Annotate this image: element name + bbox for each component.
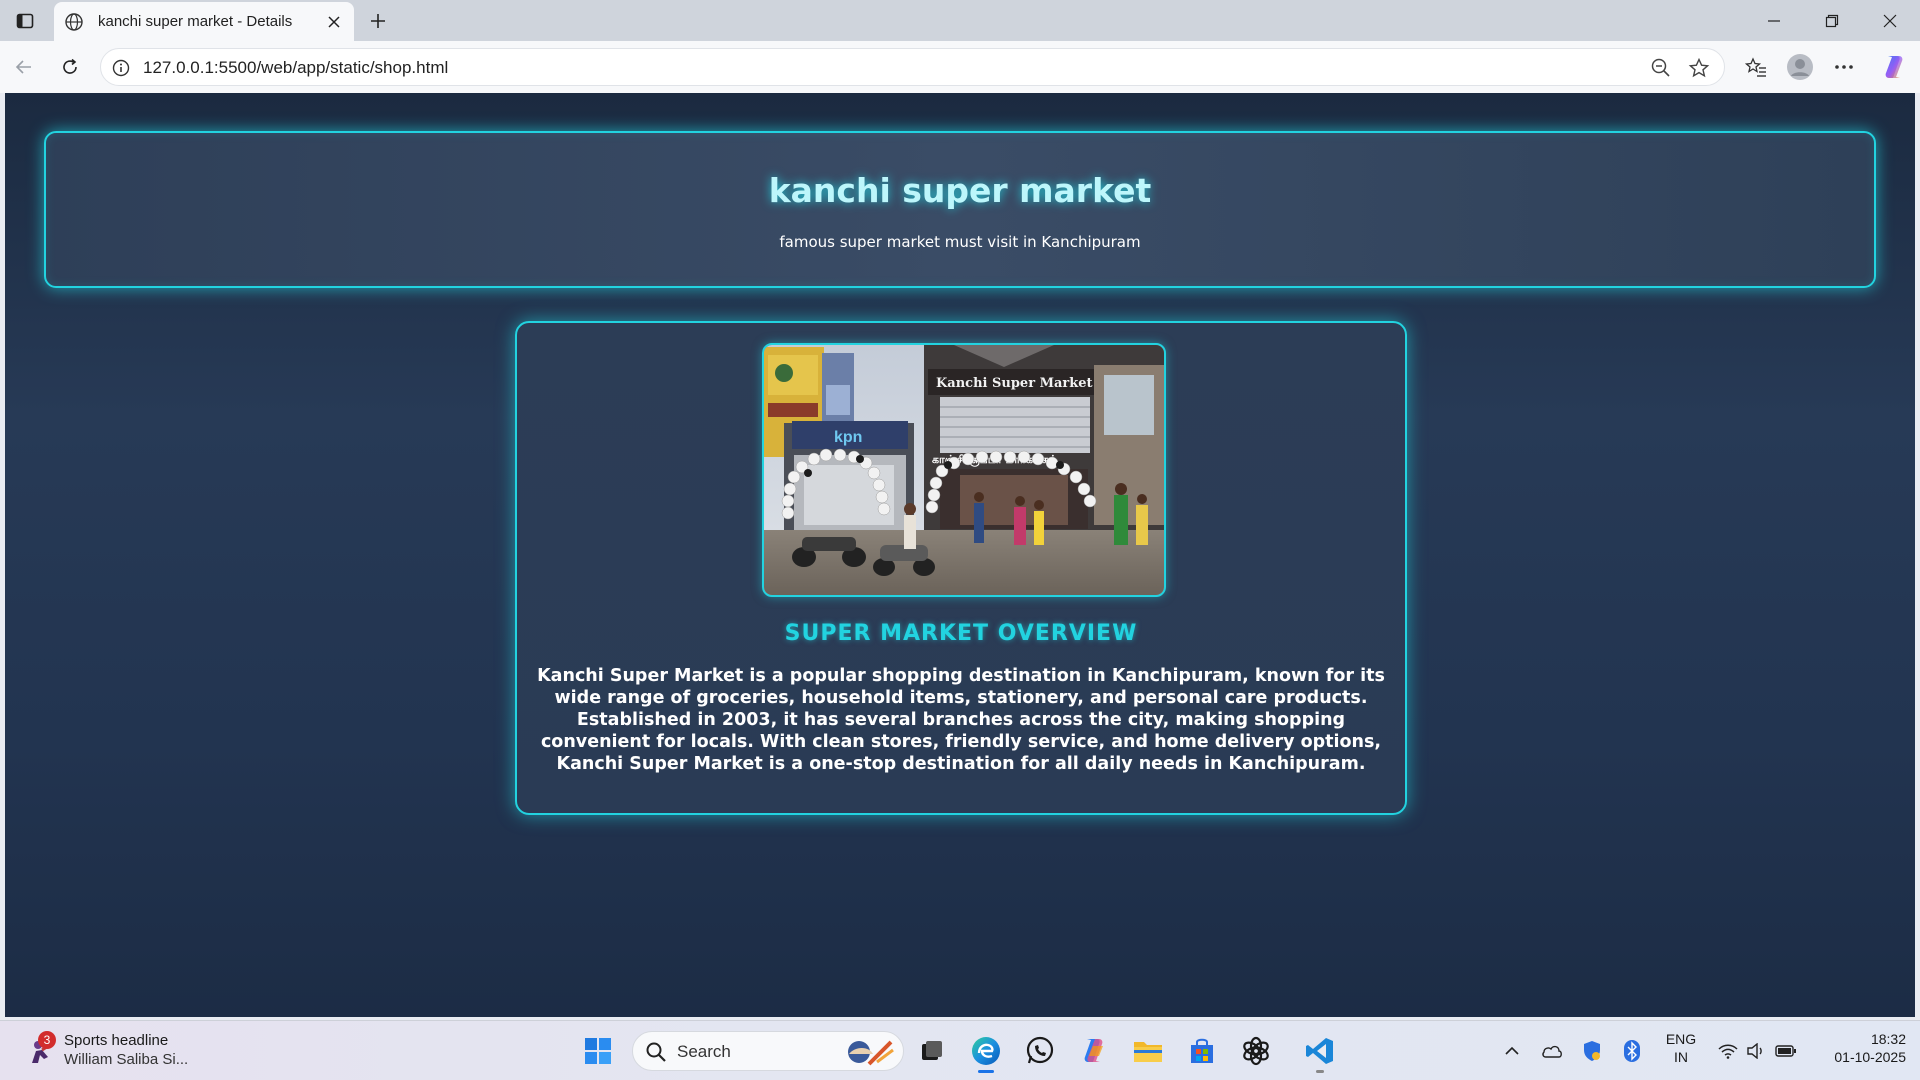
overview-card: kpn Kanchi Super Market காஞ்சி சூப்பர் ம… xyxy=(515,321,1407,815)
file-explorer-icon[interactable] xyxy=(1128,1031,1168,1071)
running-indicator xyxy=(1316,1070,1324,1073)
news-widget[interactable]: 3 Sports headline William Saliba Si... xyxy=(22,1029,222,1073)
system-clock[interactable]: 18:32 01-10-2025 xyxy=(1810,1030,1906,1066)
search-placeholder: Search xyxy=(677,1042,731,1061)
browser-toolbar: 127.0.0.1:5500/web/app/static/shop.html xyxy=(0,41,1920,93)
start-windows-icon[interactable] xyxy=(578,1031,618,1071)
kpn-sign-text: kpn xyxy=(834,429,862,446)
whatsapp-icon[interactable] xyxy=(1020,1031,1060,1071)
back-icon[interactable] xyxy=(8,51,40,83)
search-icon xyxy=(645,1041,667,1063)
news-subline: William Saliba Si... xyxy=(64,1051,189,1068)
edge-browser-icon[interactable] xyxy=(966,1031,1006,1073)
security-shield-icon[interactable] xyxy=(1580,1039,1604,1063)
overview-heading: SUPER MARKET OVERVIEW xyxy=(784,621,1138,646)
more-icon[interactable] xyxy=(1830,53,1858,81)
copilot-icon[interactable] xyxy=(1880,53,1908,81)
store-sign-text: Kanchi Super Market xyxy=(936,376,1093,391)
new-tab-plus-icon[interactable] xyxy=(364,7,392,35)
url-text[interactable]: 127.0.0.1:5500/web/app/static/shop.html xyxy=(143,58,448,78)
bluetooth-icon[interactable] xyxy=(1620,1039,1644,1063)
page-title: kanchi super market xyxy=(768,171,1152,210)
language-indicator[interactable]: ENG IN xyxy=(1660,1030,1702,1066)
vscode-icon[interactable] xyxy=(1300,1031,1340,1073)
close-tab-icon[interactable] xyxy=(324,12,344,32)
active-indicator xyxy=(978,1070,994,1073)
clock-date: 01-10-2025 xyxy=(1834,1049,1906,1065)
browser-title-bar: kanchi super market - Details xyxy=(0,0,1920,41)
news-badge: 3 xyxy=(38,1031,56,1049)
store-photo: kpn Kanchi Super Market காஞ்சி சூப்பர் ம… xyxy=(762,343,1166,597)
task-view-icon[interactable] xyxy=(912,1031,952,1071)
tab-actions-icon[interactable] xyxy=(8,7,42,35)
overview-description: Kanchi Super Market is a popular shoppin… xyxy=(537,666,1385,774)
wifi-icon[interactable] xyxy=(1716,1039,1740,1063)
copilot-app-icon[interactable] xyxy=(1074,1031,1114,1071)
windows-taskbar: 3 Sports headline William Saliba Si... S… xyxy=(0,1020,1920,1080)
search-highlight-icon xyxy=(839,1036,895,1068)
microsoft-store-icon[interactable] xyxy=(1182,1031,1222,1071)
zoom-out-icon[interactable] xyxy=(1650,57,1672,79)
address-bar[interactable]: 127.0.0.1:5500/web/app/static/shop.html xyxy=(100,48,1725,86)
chevron-up-icon[interactable] xyxy=(1500,1039,1524,1063)
chatgpt-icon[interactable] xyxy=(1236,1031,1276,1071)
battery-icon[interactable] xyxy=(1774,1039,1798,1063)
favorites-icon[interactable] xyxy=(1742,53,1770,81)
header-card: kanchi super market famous super market … xyxy=(44,131,1876,288)
minimize-icon[interactable] xyxy=(1752,6,1796,36)
page-viewport: kanchi super market famous super market … xyxy=(5,93,1915,1017)
volume-icon[interactable] xyxy=(1744,1039,1768,1063)
restore-icon[interactable] xyxy=(1810,6,1854,36)
globe-icon xyxy=(64,11,86,33)
info-icon[interactable] xyxy=(111,58,131,78)
region-code: IN xyxy=(1674,1049,1688,1065)
news-headline: Sports headline xyxy=(64,1032,169,1049)
language-code: ENG xyxy=(1665,1031,1697,1047)
profile-icon[interactable] xyxy=(1786,53,1814,81)
page-subtitle: famous super market must visit in Kanchi… xyxy=(779,233,1141,251)
taskbar-search[interactable]: Search xyxy=(632,1031,904,1071)
clock-time: 18:32 xyxy=(1870,1031,1906,1047)
star-icon[interactable] xyxy=(1688,57,1710,79)
onedrive-cloud-icon[interactable] xyxy=(1540,1039,1564,1063)
browser-tab[interactable]: kanchi super market - Details xyxy=(54,2,354,41)
close-window-icon[interactable] xyxy=(1868,6,1912,36)
tab-title: kanchi super market - Details xyxy=(98,13,293,30)
refresh-icon[interactable] xyxy=(54,51,86,83)
